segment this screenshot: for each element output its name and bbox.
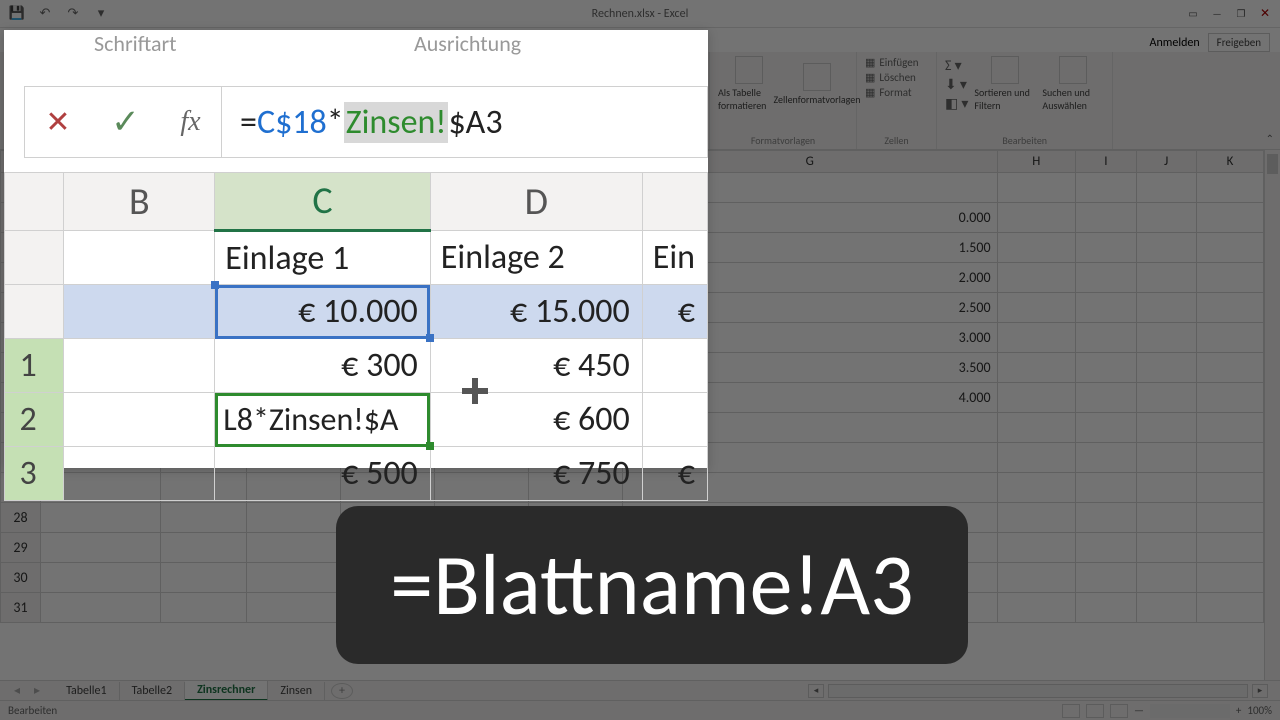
fill-icon[interactable]: ⬇ ▾ <box>945 76 968 93</box>
formula-input[interactable]: =C$18*Zinsen!$A3 <box>222 86 708 158</box>
cell[interactable]: € 300 <box>215 339 431 393</box>
cell[interactable]: € 750 <box>430 447 642 501</box>
zoom-panel: Schriftart Ausrichtung ✕ ✓ fx =C$18*Zins… <box>4 30 708 468</box>
signin-link[interactable]: Anmelden <box>1150 36 1200 50</box>
redo-icon[interactable]: ↷ <box>66 7 80 21</box>
cell[interactable]: Ein <box>642 231 707 285</box>
minimize-button[interactable]: — <box>1206 4 1228 22</box>
group-align-label: Ausrichtung <box>414 30 521 57</box>
row-header[interactable]: 28 <box>1 503 41 533</box>
col-header-b[interactable]: B <box>64 173 215 231</box>
find-select-button[interactable]: Suchen und Auswählen <box>1042 56 1104 112</box>
cells-insert-button[interactable]: ▦ Einfügen <box>865 56 928 69</box>
cell[interactable]: € 500 <box>215 447 431 501</box>
vertical-scrollbar[interactable] <box>1264 150 1280 680</box>
save-icon[interactable]: 💾 <box>10 7 24 21</box>
group-styles-label: Formatvorlagen <box>718 132 848 147</box>
cell[interactable]: € <box>642 285 707 339</box>
hscroll-left-icon[interactable]: ◂ <box>808 684 824 698</box>
cells-format-button[interactable]: ▦ Format <box>865 86 928 99</box>
row-label[interactable]: 2 <box>5 393 64 447</box>
autosum-icon[interactable]: Σ ▾ <box>945 57 968 74</box>
cell-cursor-icon <box>462 378 488 404</box>
formula-confirm-button[interactable]: ✓ <box>111 102 140 143</box>
clear-icon[interactable]: ◧ ▾ <box>945 95 968 112</box>
zoom-slider[interactable] <box>1150 704 1230 718</box>
cell-c18[interactable]: € 10.000 <box>215 285 431 339</box>
row-header[interactable]: 30 <box>1 563 41 593</box>
collapse-ribbon-icon[interactable]: ⌃ <box>1266 132 1274 145</box>
col-header-d[interactable]: D <box>430 173 642 231</box>
maximize-button[interactable]: ❐ <box>1230 4 1252 22</box>
title-bar: 💾 ↶ ↷ ▾ Rechnen.xlsx - Excel ▭ — ❐ ✕ <box>0 0 1280 28</box>
zoom-level[interactable]: 100% <box>1247 704 1272 718</box>
view-pagebreak-icon[interactable] <box>1110 704 1128 718</box>
cell[interactable]: Einlage 1 <box>215 231 431 285</box>
close-button[interactable]: ✕ <box>1254 4 1276 22</box>
row-label[interactable]: 3 <box>5 447 64 501</box>
row-label[interactable]: 1 <box>5 339 64 393</box>
sheet-tab-tabelle1[interactable]: Tabelle1 <box>54 682 120 700</box>
sheet-tabs: ◂ ▸ Tabelle1 Tabelle2 Zinsrechner Zinsen… <box>0 680 1280 700</box>
sort-filter-button[interactable]: Sortieren und Filtern <box>974 56 1036 112</box>
formula-cancel-button[interactable]: ✕ <box>45 104 70 141</box>
view-pagelayout-icon[interactable] <box>1086 704 1104 718</box>
active-cell-c20[interactable]: L8*Zinsen!$A <box>215 393 431 447</box>
col-h[interactable]: H <box>997 151 1076 173</box>
status-mode: Bearbeiten <box>8 704 57 717</box>
ribbon-options-icon[interactable]: ▭ <box>1182 4 1204 22</box>
qat-more-icon[interactable]: ▾ <box>94 7 108 21</box>
group-font-label: Schriftart <box>94 30 177 57</box>
sheet-nav-next-icon[interactable]: ▸ <box>34 683 54 698</box>
horizontal-scrollbar[interactable] <box>828 684 1248 698</box>
add-sheet-button[interactable]: + <box>331 683 353 699</box>
row-header[interactable]: 31 <box>1 593 41 623</box>
col-k[interactable]: K <box>1196 151 1263 173</box>
sheet-tab-tabelle2[interactable]: Tabelle2 <box>120 682 186 700</box>
sheet-nav-prev-icon[interactable]: ◂ <box>0 683 34 698</box>
col-i[interactable]: I <box>1076 151 1136 173</box>
formula-bar: ✕ ✓ fx =C$18*Zinsen!$A3 <box>24 86 708 158</box>
col-header-c[interactable]: C <box>215 173 431 231</box>
share-button[interactable]: Freigeben <box>1208 33 1270 52</box>
insert-function-button[interactable]: fx <box>180 106 200 138</box>
cell[interactable]: € 15.000 <box>430 285 642 339</box>
cell[interactable]: € <box>642 447 707 501</box>
cells-delete-button[interactable]: ▦ Löschen <box>865 71 928 84</box>
window-title: Rechnen.xlsx - Excel <box>592 7 689 21</box>
view-normal-icon[interactable] <box>1062 704 1080 718</box>
format-as-table-button[interactable]: Als Tabelle formatieren <box>718 56 780 112</box>
cell-styles-button[interactable]: Zellenformatvorlagen <box>786 63 848 106</box>
undo-icon[interactable]: ↶ <box>38 7 52 21</box>
col-j[interactable]: J <box>1136 151 1196 173</box>
status-bar: Bearbeiten — + 100% <box>0 700 1280 720</box>
sheet-tab-zinsen[interactable]: Zinsen <box>268 682 325 700</box>
group-cells-label: Zellen <box>865 132 928 147</box>
group-edit-label: Bearbeiten <box>945 132 1104 147</box>
cell[interactable]: Einlage 2 <box>430 231 642 285</box>
row-header[interactable]: 29 <box>1 533 41 563</box>
instruction-caption: =Blattname!A3 <box>336 506 968 664</box>
sheet-tab-zinsrechner[interactable]: Zinsrechner <box>185 681 268 701</box>
hscroll-right-icon[interactable]: ▸ <box>1252 684 1268 698</box>
